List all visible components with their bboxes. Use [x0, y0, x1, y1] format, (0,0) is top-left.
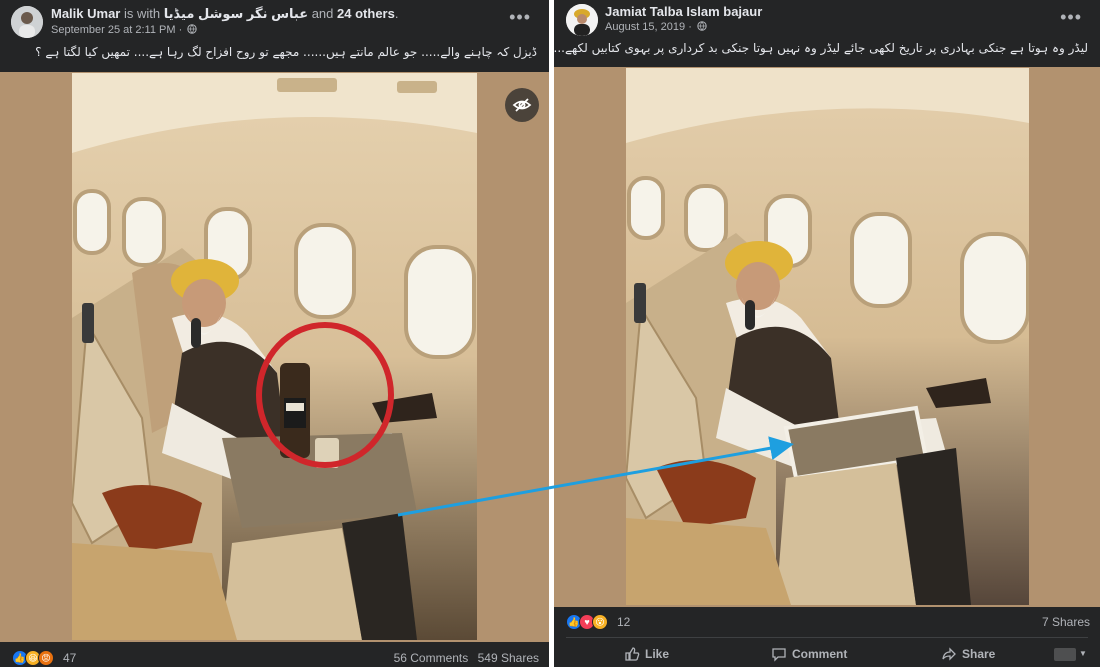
caret-down-icon[interactable]: ▼: [1079, 649, 1087, 658]
reactions[interactable]: 👍 😆 😡 47: [12, 650, 76, 666]
shares-count[interactable]: 549 Shares: [478, 651, 539, 665]
post-caption: ڈیزل کہ چاہنے والے..... جو عالم مانتے ہی…: [35, 45, 537, 59]
wow-reaction-icon: 😮: [592, 614, 608, 630]
hidden-eye-icon[interactable]: [505, 88, 539, 122]
comment-label: Comment: [792, 647, 848, 661]
like-button[interactable]: Like: [624, 646, 669, 662]
engagement-counts: 56 Comments 549 Shares: [388, 651, 539, 665]
share-button[interactable]: Share: [941, 646, 995, 662]
post-timestamp[interactable]: August 15, 2019: [605, 21, 685, 33]
post-timestamp-row: September 25 at 2:11 PM ·: [51, 24, 398, 37]
action-bar: Like Comment Share ▼: [554, 640, 1100, 667]
divider: [566, 637, 1088, 638]
post-caption: لیڈر وہ ہوتا ہے جنکی بہادری پر تاریخ لکھ…: [554, 41, 1088, 55]
right-post: Jamiat Talba Islam bajaur August 15, 201…: [554, 0, 1100, 667]
post-header: Malik Umar is with عباس نگر سوشل میڈیا a…: [0, 0, 549, 44]
comment-icon: [772, 648, 786, 662]
engagement-counts: 7 Shares: [1036, 615, 1090, 629]
timestamp-separator: ·: [688, 21, 692, 33]
reaction-count: 12: [617, 615, 631, 629]
post-meta: Jamiat Talba Islam bajaur August 15, 201…: [605, 4, 762, 34]
globe-icon: [697, 21, 707, 34]
angry-reaction-icon: 😡: [38, 650, 54, 666]
left-post: Malik Umar is with عباس نگر سوشل میڈیا a…: [0, 0, 549, 667]
post-header: Jamiat Talba Islam bajaur August 15, 201…: [554, 0, 1100, 44]
post-meta: Malik Umar is with عباس نگر سوشل میڈیا a…: [51, 6, 398, 37]
post-timestamp[interactable]: September 25 at 2:11 PM: [51, 24, 176, 36]
shares-count[interactable]: 7 Shares: [1042, 615, 1090, 629]
tagged-page[interactable]: عباس نگر سوشل میڈیا: [164, 6, 308, 21]
more-options-icon[interactable]: •••: [1060, 8, 1082, 26]
author-name[interactable]: Jamiat Talba Islam bajaur: [605, 4, 762, 19]
post-stats: 👍 😆 😡 47 56 Comments 549 Shares: [0, 648, 549, 667]
like-label: Like: [645, 647, 670, 661]
share-label: Share: [962, 647, 996, 661]
reaction-count: 47: [63, 651, 77, 665]
timestamp-separator: ·: [178, 24, 183, 36]
globe-icon: [187, 24, 198, 37]
author-name[interactable]: Malik Umar: [51, 6, 120, 21]
like-icon: [625, 647, 640, 661]
post-timestamp-row: August 15, 2019 ·: [605, 21, 762, 34]
and-text: and: [311, 6, 334, 21]
comments-count[interactable]: 56 Comments: [394, 651, 469, 665]
with-text: is with: [124, 6, 161, 21]
post-stats: 👍 ♥ 😮 12 7 Shares: [554, 612, 1100, 634]
reactions[interactable]: 👍 ♥ 😮 12: [566, 614, 630, 630]
account-avatar[interactable]: [1054, 648, 1076, 661]
others-suffix: .: [394, 6, 399, 21]
avatar[interactable]: [566, 4, 598, 36]
more-options-icon[interactable]: •••: [509, 8, 531, 26]
share-icon: [942, 647, 956, 661]
post-photo[interactable]: [626, 68, 1029, 605]
others-link[interactable]: 24 others: [337, 6, 395, 21]
avatar[interactable]: [11, 6, 43, 38]
post-photo[interactable]: [72, 73, 477, 640]
comment-button[interactable]: Comment: [771, 646, 847, 662]
